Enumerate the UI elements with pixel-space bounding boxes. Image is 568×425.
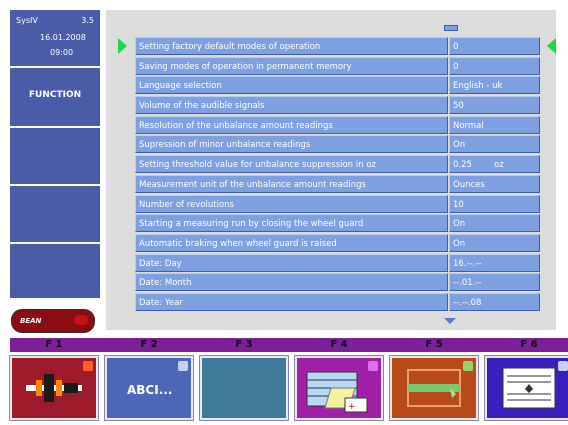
settings-row[interactable]: Date: Day 16.--.-- [135, 253, 540, 272]
fkey-label-f5: F 5 [425, 339, 443, 350]
f2-text: ABCI... [127, 383, 173, 397]
mode-label: FUNCTION [28, 90, 82, 100]
fkey-label-f6: F 6 [520, 339, 538, 350]
setting-value[interactable]: Ounces [449, 174, 540, 193]
f2-button[interactable]: ABCI... [104, 355, 194, 421]
settings-list: Setting factory default modes of operati… [135, 37, 540, 313]
sidebar-block-empty [10, 186, 100, 244]
setting-label: Date: Year [135, 292, 448, 311]
system-name: SysIV [16, 16, 38, 25]
submenu-icon [178, 361, 188, 371]
submenu-icon [368, 361, 378, 371]
settings-row[interactable]: Saving modes of operation in permanent m… [135, 56, 540, 75]
setting-value[interactable]: 0 [449, 37, 540, 55]
sidebar-block-empty [10, 244, 100, 300]
fkey-label-f3: F 3 [235, 339, 253, 350]
settings-row[interactable]: Setting factory default modes of operati… [135, 37, 540, 55]
f4-button[interactable]: + [294, 355, 384, 421]
settings-row[interactable]: Starting a measuring run by closing the … [135, 214, 540, 233]
selection-arrow-right-icon [547, 38, 556, 54]
setting-value[interactable]: On [449, 233, 540, 252]
setting-label: Saving modes of operation in permanent m… [135, 56, 448, 75]
setting-label: Setting factory default modes of operati… [135, 37, 448, 55]
logo-swoosh-icon [74, 315, 88, 325]
sidebar-block-empty [10, 128, 100, 186]
system-version: 3.5 [81, 16, 94, 25]
setting-value[interactable]: On [449, 214, 540, 233]
settings-row[interactable]: Automatic braking when wheel guard is ra… [135, 233, 540, 252]
setting-value[interactable]: 16.--.-- [449, 253, 540, 272]
fkey-label-f4: F 4 [330, 339, 348, 350]
scroll-down-icon[interactable] [444, 318, 456, 324]
setting-label: Starting a measuring run by closing the … [135, 214, 448, 233]
scroll-up-icon[interactable] [444, 25, 458, 31]
mode-panel: FUNCTION [10, 68, 100, 128]
function-key-bar [10, 338, 568, 352]
setting-label: Language selection [135, 76, 448, 95]
setting-label: Measurement unit of the unbalance amount… [135, 174, 448, 193]
list-scroll-icon [502, 367, 556, 409]
return-icon [558, 361, 568, 371]
brand-logo: BEAN [11, 309, 95, 333]
settings-row[interactable]: Date: Year --.--.08 [135, 292, 540, 311]
f6-button[interactable] [484, 355, 568, 421]
setting-unit: oz [494, 160, 504, 171]
system-info-panel: SysIV 3.5 16.01.2008 09:00 [10, 10, 100, 68]
return-icon [463, 361, 473, 371]
setting-value[interactable]: --.01.-- [449, 273, 540, 292]
sidebar: SysIV 3.5 16.01.2008 09:00 FUNCTION [10, 10, 100, 300]
setting-label: Date: Month [135, 273, 448, 292]
setting-value[interactable]: On [449, 135, 540, 154]
fkey-label-f2: F 2 [140, 339, 158, 350]
setting-label: Supression of minor unbalance readings [135, 135, 448, 154]
f1-button[interactable] [9, 355, 99, 421]
settings-row[interactable]: Number of revolutions 10 [135, 194, 540, 213]
submenu-icon [83, 361, 93, 371]
system-time: 09:00 [50, 48, 74, 57]
settings-row[interactable]: Date: Month --.01.-- [135, 273, 540, 292]
settings-row[interactable]: Language selection English - uk [135, 76, 540, 95]
svg-text:+: + [348, 402, 356, 412]
setting-label: Resolution of the unbalance amount readi… [135, 115, 448, 134]
settings-row[interactable]: Volume of the audible signals 50 [135, 96, 540, 115]
setting-value[interactable]: 0 [449, 56, 540, 75]
fkey-label-f1: F 1 [45, 339, 63, 350]
settings-row[interactable]: Setting threshold value for unbalance su… [135, 155, 540, 174]
settings-row[interactable]: Supression of minor unbalance readings O… [135, 135, 540, 154]
f3-button[interactable] [199, 355, 289, 421]
f5-button[interactable] [389, 355, 479, 421]
settings-row[interactable]: Measurement unit of the unbalance amount… [135, 174, 540, 193]
selection-arrow-left-icon [118, 38, 127, 54]
system-date: 16.01.2008 [40, 33, 86, 42]
setting-label: Number of revolutions [135, 194, 448, 213]
settings-row[interactable]: Resolution of the unbalance amount readi… [135, 115, 540, 134]
setting-value[interactable]: Normal [449, 115, 540, 134]
setting-label: Setting threshold value for unbalance su… [135, 155, 448, 174]
setting-label: Volume of the audible signals [135, 96, 448, 115]
setting-label: Automatic braking when wheel guard is ra… [135, 233, 448, 252]
setting-value[interactable]: --.--.08 [449, 292, 540, 311]
setting-value[interactable]: English - uk [449, 76, 540, 95]
setting-value[interactable]: 10 [449, 194, 540, 213]
setting-label: Date: Day [135, 253, 448, 272]
setting-value[interactable]: 50 [449, 96, 540, 115]
setting-value[interactable]: 0.25 oz [449, 155, 540, 174]
